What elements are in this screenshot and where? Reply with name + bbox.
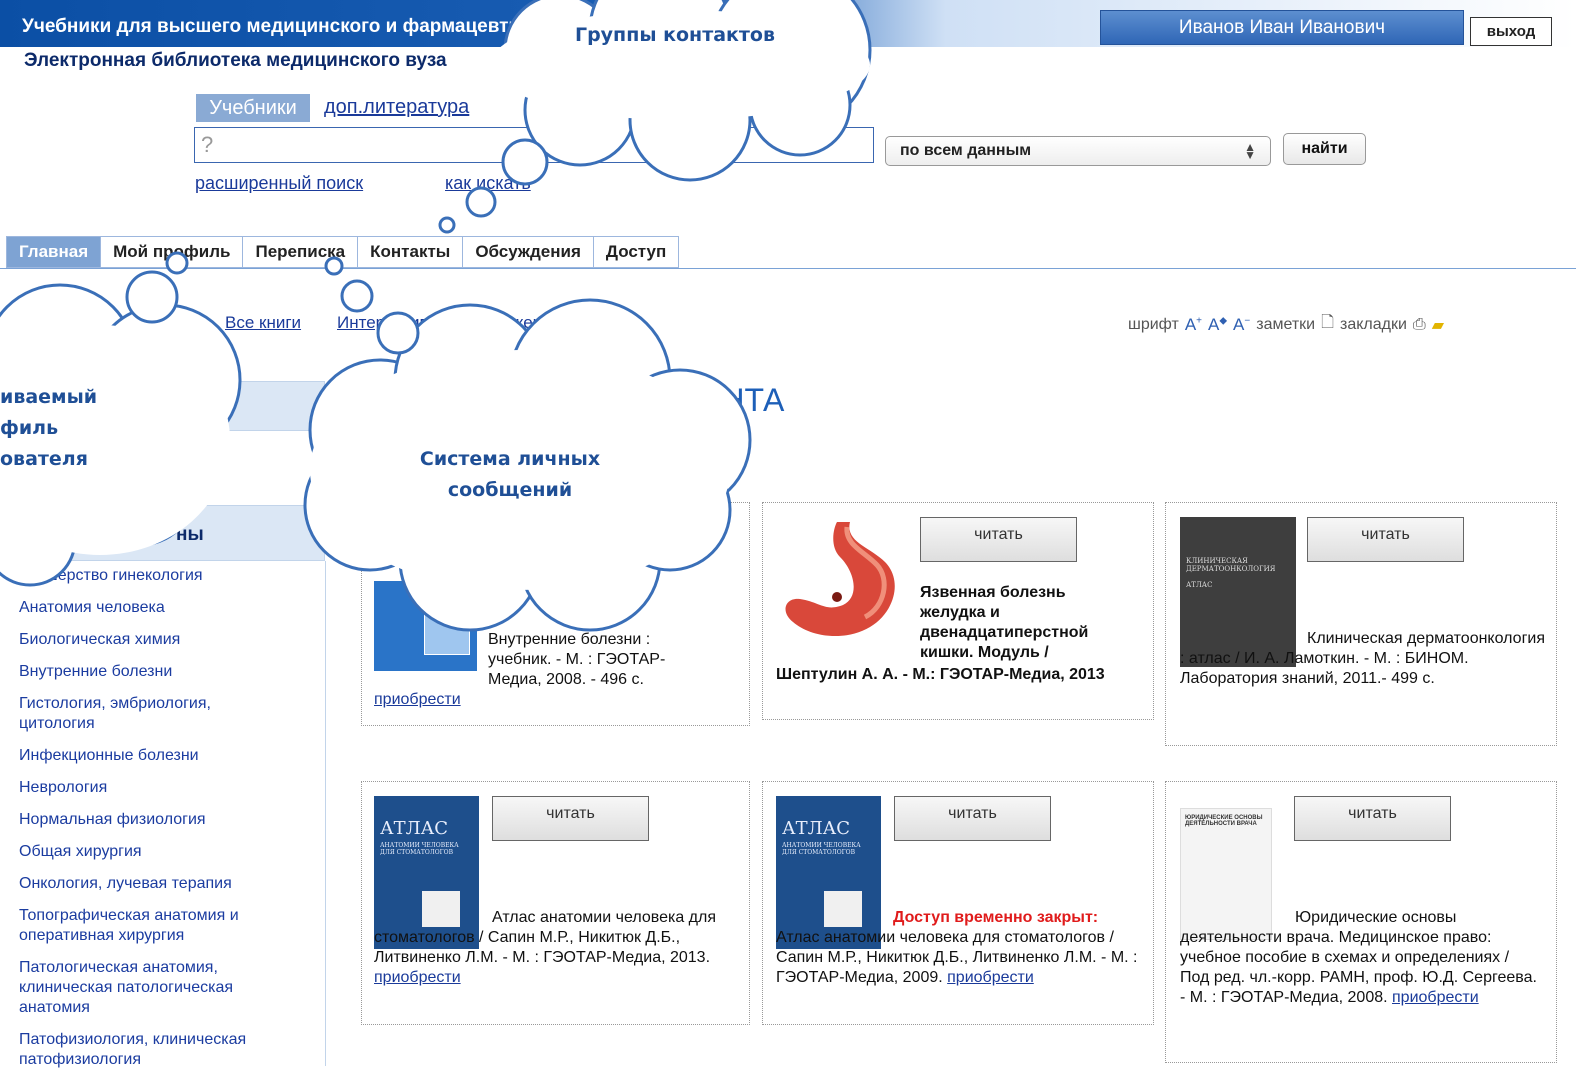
book-description: Клиническая дерматоонкология : атлас / И…	[1180, 630, 1545, 687]
book-card: КЛИНИЧЕСКАЯ ДЕРМАТООНКОЛОГИЯ АТЛАС читат…	[1165, 502, 1557, 746]
main-nav: Главная Мой профиль Переписка Контакты О…	[6, 236, 680, 268]
search-tab-extra-literature[interactable]: доп.литература	[324, 96, 469, 119]
buy-link[interactable]: приобрести	[947, 969, 1034, 986]
sidebar-item-subject[interactable]: Онкология, лучевая терапия	[19, 874, 309, 894]
sidebar-item-subject[interactable]: Топографическая анатомия и оперативная х…	[19, 906, 289, 946]
reader-tools: шрифт A+ A◆ A− заметки 🗋 закладки ⎙ ▰	[1128, 311, 1444, 338]
sidebar-item-subject[interactable]: Акушерство гинекология	[19, 566, 309, 586]
buy-link[interactable]: приобрести	[374, 690, 461, 710]
book-card: ЮРИДИЧЕСКИЕ ОСНОВЫ ДЕЯТЕЛЬНОСТИ ВРАЧА чи…	[1165, 781, 1557, 1063]
sidebar-item-subject[interactable]: Биологическая химия	[19, 630, 309, 650]
search-tab-textbooks[interactable]: Учебники	[196, 94, 310, 122]
sidebar-item-subject[interactable]: Общая хирургия	[19, 842, 309, 862]
buy-link[interactable]: приобрести	[374, 969, 461, 986]
tab-access[interactable]: Доступ	[593, 236, 680, 268]
notes-label: заметки	[1256, 315, 1316, 333]
tab-messages[interactable]: Переписка	[243, 236, 359, 268]
callout-contacts-text: Группы контактов	[574, 24, 776, 46]
interactive-apps-link[interactable]: Интерактивные приложения	[337, 313, 561, 333]
callout-profile-text: ивaемый филь ователя	[0, 386, 98, 470]
book-description: Доступ временно закрыт: Атлас анатомии ч…	[776, 909, 1138, 986]
print-icon[interactable]: ⎙	[1413, 316, 1426, 334]
bookmarks-label: закладки	[1339, 315, 1407, 333]
user-name-button[interactable]: Иванов Иван Иванович	[1100, 10, 1464, 45]
search-input[interactable]: ?	[194, 127, 874, 163]
logout-button[interactable]: выход	[1470, 17, 1552, 46]
access-closed-notice: Доступ временно закрыт:	[893, 909, 1099, 926]
nav-divider	[0, 268, 1576, 269]
read-button[interactable]: читать	[1307, 517, 1464, 562]
sidebar-item-subject[interactable]: Нормальная физиология	[19, 810, 309, 830]
tab-contacts[interactable]: Контакты	[358, 236, 464, 268]
sidebar-subjects-header	[0, 505, 325, 561]
search-scope-select[interactable]: по всем данным ▲ ▼	[885, 136, 1271, 166]
tab-my-profile[interactable]: Мой профиль	[101, 236, 244, 268]
site-subtitle: Электронная библиотека медицинского вуза	[24, 50, 447, 71]
sidebar-item-subject[interactable]: Гистология, эмбриология, цитология	[19, 694, 259, 734]
book-description: Атлас анатомии человека для стоматологов…	[374, 909, 716, 986]
tab-home[interactable]: Главная	[6, 236, 102, 268]
book-description: Юридические основы деятельности врача. М…	[1180, 909, 1537, 1006]
search-scope-value: по всем данным	[900, 142, 1032, 159]
sidebar-item-subject[interactable]: Патологическая анатомия, клиническая пат…	[19, 958, 279, 1018]
tab-discussions[interactable]: Обсуждения	[463, 236, 594, 268]
sidebar-item-subject[interactable]: Неврология	[19, 778, 309, 798]
read-button[interactable]: читать	[894, 796, 1051, 841]
highlight-icon[interactable]: ▰	[1432, 315, 1444, 335]
book-title: Язвенная болезнь желудка и двенадцатипер…	[920, 584, 1089, 661]
book-card: АТЛАС АНАТОМИИ ЧЕЛОВЕКА ДЛЯ СТОМАТОЛОГОВ…	[361, 781, 750, 1025]
page-title: ЕНТА	[700, 382, 785, 418]
read-button[interactable]: читать	[920, 517, 1077, 562]
callout-messages-text: Система личных сообщений	[419, 448, 601, 501]
chevron-updown-icon: ▲ ▼	[1244, 140, 1256, 162]
sidebar-heading: ны	[176, 524, 204, 545]
book-cover-image[interactable]	[374, 581, 477, 671]
book-description: Внутренние болезни : учебник. - М. : ГЭО…	[488, 631, 666, 688]
read-button[interactable]: читать	[1294, 796, 1451, 841]
sidebar-item-subject[interactable]: Инфекционные болезни	[19, 746, 309, 766]
how-to-search-link[interactable]: как искать	[445, 173, 531, 194]
font-reset-icon[interactable]: A◆	[1208, 315, 1227, 335]
book-cover-image[interactable]	[775, 517, 907, 649]
font-label: шрифт	[1128, 315, 1179, 333]
buy-link[interactable]: приобрести	[1392, 989, 1479, 1006]
font-decrease-icon[interactable]: A−	[1233, 315, 1250, 335]
book-card: АТЛАС АНАТОМИИ ЧЕЛОВЕКА ДЛЯ СТОМАТОЛОГОВ…	[762, 781, 1154, 1025]
sidebar-item-subject[interactable]: Внутренние болезни	[19, 662, 309, 682]
notes-icon[interactable]: 🗋	[1321, 311, 1334, 338]
search-submit-button[interactable]: найти	[1283, 133, 1366, 165]
sidebar-item-subject[interactable]: Патофизиология, клиническая патофизиолог…	[19, 1030, 289, 1070]
read-button[interactable]: читать	[492, 796, 649, 841]
all-books-link[interactable]: Все книги	[225, 313, 301, 333]
book-author: Шептулин А. А. - М.: ГЭОТАР-Медиа, 2013	[776, 666, 1105, 683]
book-card: читать Язвенная болезнь желудка и двенад…	[762, 502, 1154, 720]
book-card: Внутренние болезни : учебник. - М. : ГЭО…	[361, 502, 750, 726]
font-increase-icon[interactable]: A+	[1185, 315, 1202, 335]
sidebar-item-subject[interactable]: Анатомия человека	[19, 598, 309, 618]
advanced-search-link[interactable]: расширенный поиск	[195, 173, 363, 194]
